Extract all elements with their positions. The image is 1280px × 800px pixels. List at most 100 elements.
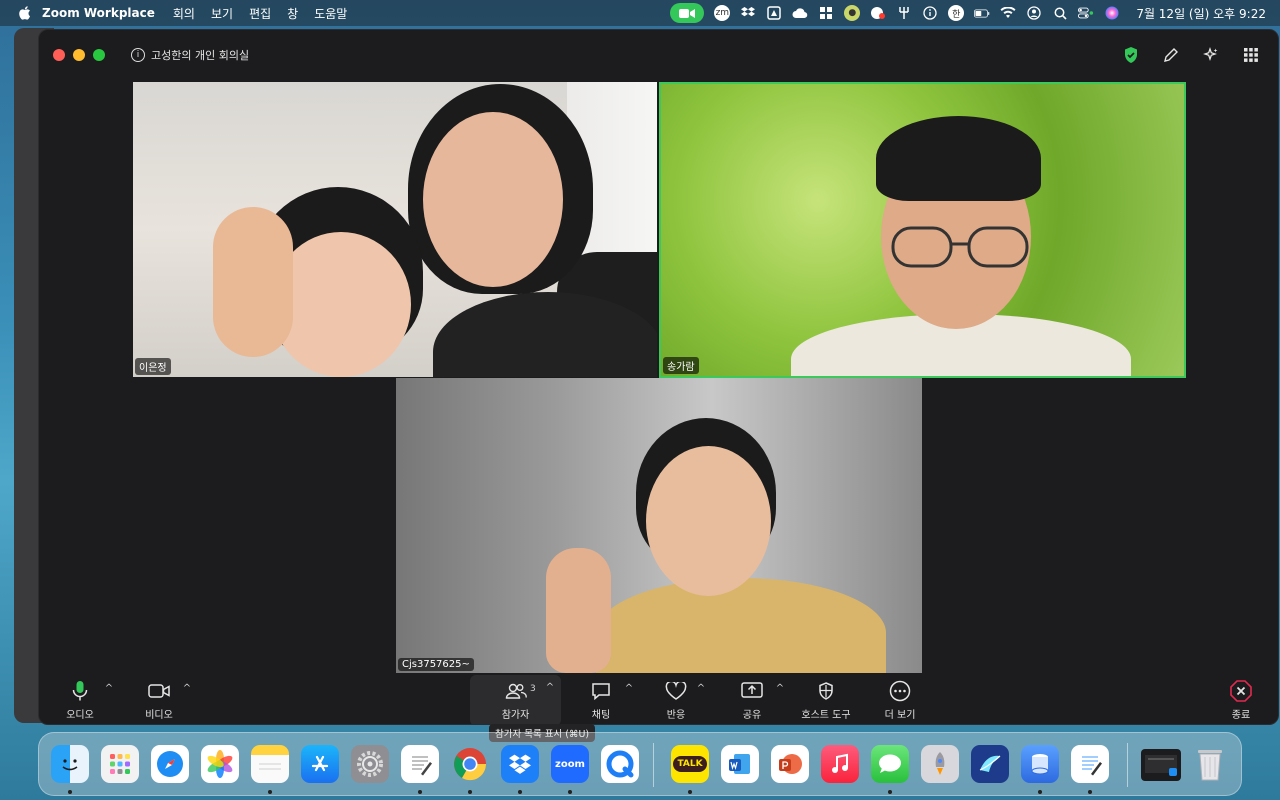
running-indicator (1088, 790, 1092, 794)
apple-icon[interactable] (18, 6, 32, 20)
menu-clock[interactable]: 7월 12일 (일) 오후 9:22 (1136, 5, 1266, 22)
zoom-tray-icon[interactable]: zm (714, 5, 731, 21)
dropbox-tray-icon[interactable] (740, 5, 756, 21)
battery-icon[interactable] (974, 5, 990, 21)
chrome-icon[interactable] (451, 745, 489, 783)
host-tools-label: 호스트 도구 (801, 710, 851, 721)
info-tray-icon[interactable] (922, 5, 938, 21)
more-ellipsis-icon (889, 680, 911, 702)
kakaotalk-icon[interactable]: TALK (671, 745, 709, 783)
title-bar-actions (1122, 46, 1260, 64)
encryption-shield-icon[interactable] (1122, 46, 1140, 64)
video-button[interactable]: 비디오 (134, 675, 184, 724)
dock: zoom TALK (38, 732, 1242, 796)
fork-tray-icon[interactable] (896, 5, 912, 21)
running-indicator (518, 790, 522, 794)
audio-button[interactable]: 오디오 (55, 675, 105, 724)
zoom-video-tray-icon[interactable] (670, 3, 705, 23)
chat-tray-icon[interactable] (870, 5, 886, 21)
powerpoint-icon[interactable] (771, 745, 809, 783)
music-icon[interactable] (821, 745, 859, 783)
hand-peace-sign-shape (546, 548, 611, 673)
video-options-chevron-up-icon[interactable]: ^ (181, 683, 193, 694)
minimized-window-thumbnail[interactable] (1141, 749, 1181, 781)
launchpad-icon[interactable] (101, 745, 139, 783)
wifi-icon[interactable] (1000, 5, 1016, 21)
safari-icon[interactable] (151, 745, 189, 783)
glasses-shape (891, 226, 1029, 268)
menu-app-name[interactable]: Zoom Workplace (42, 6, 155, 20)
participants-button[interactable]: 참가자 3 ^ (470, 675, 561, 724)
siri-icon[interactable] (1104, 5, 1120, 21)
trash-icon[interactable] (1191, 745, 1229, 783)
reactions-button[interactable]: 반응 (651, 675, 701, 724)
grid-tray-icon[interactable] (818, 5, 834, 21)
messages-icon[interactable] (871, 745, 909, 783)
audio-options-chevron-up-icon[interactable]: ^ (103, 683, 115, 694)
share-options-chevron-up-icon[interactable]: ^ (774, 683, 786, 694)
video-label: 비디오 (145, 710, 173, 721)
body-shape (596, 578, 886, 673)
fullscreen-window-button[interactable] (93, 49, 105, 61)
textedit-icon[interactable] (401, 745, 439, 783)
reactions-options-chevron-up-icon[interactable]: ^ (695, 683, 707, 694)
share-label: 공유 (742, 710, 762, 721)
share-screen-button[interactable]: 공유 (727, 675, 777, 724)
finder-icon[interactable] (51, 745, 89, 783)
reactions-label: 반응 (666, 710, 686, 721)
menu-view[interactable]: 보기 (211, 5, 233, 22)
menu-bar: Zoom Workplace 회의 보기 편집 창 도움말 zm ● 한 7월 … (0, 0, 1280, 26)
meeting-info[interactable]: i 고성한의 개인 회의실 (131, 47, 249, 63)
end-label: 종료 (1231, 710, 1251, 721)
running-indicator (68, 790, 72, 794)
more-button[interactable]: 더 보기 (875, 675, 925, 724)
ink-app-icon[interactable] (971, 745, 1009, 783)
close-window-button[interactable] (53, 49, 65, 61)
app-tray-icon[interactable]: ● (844, 5, 861, 21)
drive-tray-icon[interactable] (766, 5, 782, 21)
menu-meeting[interactable]: 회의 (173, 5, 195, 22)
participants-icon (505, 680, 527, 702)
chat-options-chevron-up-icon[interactable]: ^ (623, 683, 635, 694)
script-editor-icon[interactable] (1071, 745, 1109, 783)
zoom-app-icon[interactable]: zoom (551, 745, 589, 783)
running-indicator (568, 790, 572, 794)
window-controls (53, 49, 105, 61)
control-center-icon[interactable] (1078, 5, 1094, 21)
info-icon: i (131, 48, 145, 62)
chat-button[interactable]: 채팅 (576, 675, 626, 724)
video-tile[interactable]: 이은정 (133, 82, 657, 377)
menu-help[interactable]: 도움말 (314, 5, 347, 22)
input-method-icon[interactable]: 한 (948, 5, 965, 21)
end-meeting-button[interactable]: 종료 (1219, 675, 1263, 724)
participants-options-chevron-up-icon[interactable]: ^ (544, 682, 556, 693)
user-account-icon[interactable] (1026, 5, 1042, 21)
host-tools-button[interactable]: 호스트 도구 (796, 675, 856, 724)
quicktime-icon[interactable] (601, 745, 639, 783)
participant-name-tag: 송가람 (663, 357, 699, 374)
video-tile-active-speaker[interactable]: 송가람 (659, 82, 1186, 378)
menu-edit[interactable]: 편집 (249, 5, 271, 22)
spotlight-search-icon[interactable] (1052, 5, 1068, 21)
system-settings-gear-icon[interactable] (351, 745, 389, 783)
microphone-icon (69, 680, 91, 702)
storage-app-icon[interactable] (1021, 745, 1059, 783)
notes-icon[interactable] (251, 745, 289, 783)
annotate-pencil-icon[interactable] (1162, 46, 1180, 64)
photos-icon[interactable] (201, 745, 239, 783)
gallery-view-grid-icon[interactable] (1242, 46, 1260, 64)
cloud-tray-icon[interactable] (792, 5, 808, 21)
meeting-toolbar: 오디오 ^ 비디오 ^ 참가자 3 ^ 채팅 ^ 반응 ^ 공유 ^ 호스트 도… (39, 675, 1278, 724)
app-store-icon[interactable] (301, 745, 339, 783)
face-shape (423, 112, 563, 287)
dropbox-icon[interactable] (501, 745, 539, 783)
rocket-app-icon[interactable] (921, 745, 959, 783)
menu-window[interactable]: 창 (287, 5, 298, 22)
minimize-window-button[interactable] (73, 49, 85, 61)
video-tile[interactable]: Cjs3757625~ (396, 378, 922, 673)
ai-companion-sparkle-icon[interactable] (1202, 46, 1220, 64)
dock-separator (653, 743, 654, 787)
zoom-app-label: zoom (555, 758, 585, 770)
word-icon[interactable] (721, 745, 759, 783)
running-indicator (418, 790, 422, 794)
